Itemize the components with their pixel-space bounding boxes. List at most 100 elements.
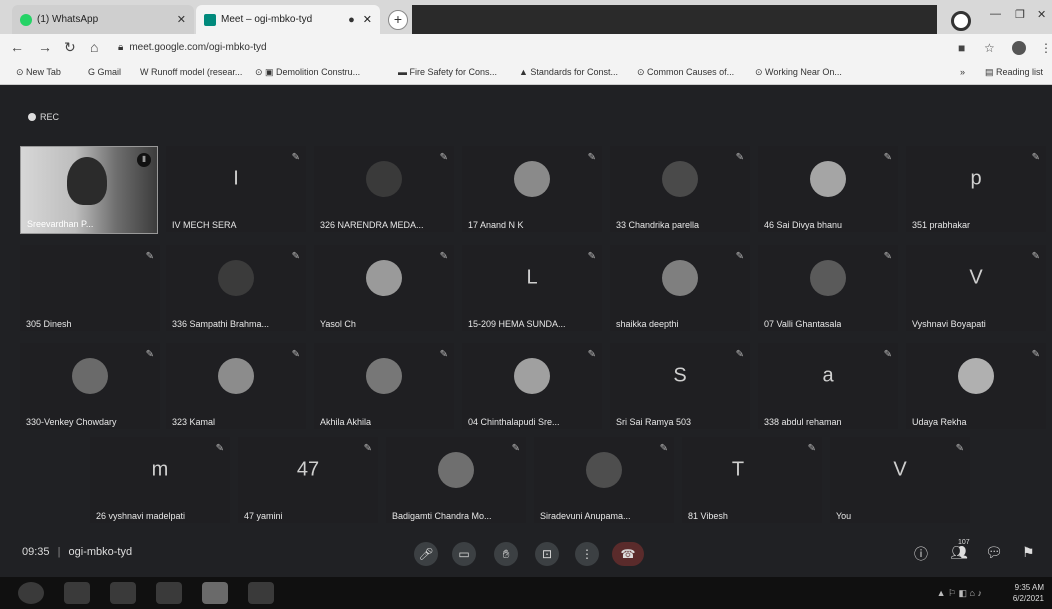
leave-call-button[interactable]: ☎︎ <box>612 542 644 566</box>
raise-hand-button[interactable]: ✋︎ <box>494 542 518 566</box>
close-window-icon[interactable]: ✕ <box>1037 8 1046 21</box>
recording-indicator: REC <box>28 112 59 122</box>
participant-name: Sri Sai Ramya 503 <box>616 417 692 427</box>
star-icon[interactable]: ☆ <box>984 41 995 55</box>
mic-off-icon: ✎ <box>883 349 892 360</box>
participant-initial: S <box>673 364 687 387</box>
participant-tile[interactable]: ✎ L 15-209 HEMA SUNDA... <box>462 245 602 331</box>
system-tray[interactable]: ▲ ⚐ ◧ ⌂ ♪ <box>937 588 982 599</box>
bookmark-item[interactable]: ⊙ Working Near On... <box>755 67 842 78</box>
people-icon[interactable]: 👥︎ <box>950 544 968 561</box>
participant-tile[interactable]: ✎ 336 Sampathi Brahma... <box>166 245 306 331</box>
bookmark-item[interactable]: W Runoff model (resear... <box>140 67 242 77</box>
recording-dot-icon: ● <box>348 13 355 26</box>
participant-name: Vyshnavi Boyapati <box>912 319 986 329</box>
bookmark-item[interactable]: ⊙ ▣ Demolition Constru... <box>255 67 360 78</box>
bookmark-item[interactable]: ⊙ New Tab <box>16 67 61 78</box>
maximize-icon[interactable]: ❐ <box>1015 8 1025 21</box>
participant-tile[interactable]: ✎ 04 Chinthalapudi Sre... <box>462 343 602 429</box>
chat-icon[interactable]: 💬︎ <box>985 544 1003 561</box>
bookmark-item[interactable]: ▬ Fire Safety for Cons... <box>398 67 497 77</box>
mic-off-icon: ✎ <box>735 251 744 262</box>
self-view-tile[interactable]: ⦀ Sreevardhan P... <box>20 146 158 234</box>
back-icon[interactable]: ← <box>10 39 24 55</box>
participant-tile[interactable]: ✎ T 81 Vibesh <box>682 437 822 523</box>
camera-icon[interactable]: ■ <box>958 41 965 55</box>
participant-tile[interactable]: ✎ 33 Chandrika parella <box>610 146 750 232</box>
profile-icon[interactable] <box>951 11 971 31</box>
minimize-icon[interactable]: — <box>990 8 1001 20</box>
camera-button[interactable]: ▭ <box>452 542 476 566</box>
os-taskbar: ▲ ⚐ ◧ ⌂ ♪ 9:35 AM 6/2/2021 <box>0 577 1052 609</box>
taskbar-app-icon[interactable] <box>110 582 136 604</box>
reading-list[interactable]: ▤ Reading list <box>985 67 1043 78</box>
forward-icon[interactable]: → <box>38 39 52 55</box>
activities-icon[interactable]: ⚑ <box>1022 544 1035 561</box>
participant-name: 47 yamini <box>244 511 283 521</box>
mic-off-icon: ✎ <box>883 152 892 163</box>
taskbar-app-icon[interactable] <box>64 582 90 604</box>
mic-off-icon: ✎ <box>587 251 596 262</box>
account-icon[interactable] <box>1012 41 1026 55</box>
participant-tile[interactable]: ✎ I IV MECH SERA <box>166 146 306 232</box>
participant-avatar <box>218 357 254 394</box>
bookmark-item[interactable]: ▲ Standards for Const... <box>519 67 618 77</box>
new-tab-button[interactable]: + <box>388 10 408 30</box>
participant-tile[interactable]: ✎ 305 Dinesh <box>20 245 160 331</box>
participant-tile[interactable]: ✎ m 26 vyshnavi madelpati <box>90 437 230 523</box>
participant-tile[interactable]: ✎ Siradevuni Anupama... <box>534 437 674 523</box>
tab-whatsapp[interactable]: (1) WhatsApp ✕ <box>12 5 194 34</box>
participant-tile[interactable]: ✎ 323 Kamal <box>166 343 306 429</box>
participant-initial: m <box>151 458 169 481</box>
lock-icon: 🔒︎ <box>118 42 124 53</box>
participant-avatar <box>366 259 402 296</box>
participant-tile[interactable]: ✎ Badigamti Chandra Mo... <box>386 437 526 523</box>
participant-name: Yasol Ch <box>320 319 356 329</box>
participant-name: You <box>836 511 852 521</box>
info-icon[interactable]: ⓘ <box>914 544 928 564</box>
whatsapp-icon <box>20 13 32 26</box>
bookmark-item[interactable]: G Gmail <box>88 67 121 77</box>
mic-button[interactable]: 🎤︎ <box>414 542 438 566</box>
close-tab-icon[interactable]: ✕ <box>177 13 186 26</box>
participant-tile[interactable]: ✎ a 338 abdul rehaman <box>758 343 898 429</box>
start-button[interactable] <box>18 582 44 604</box>
mic-off-icon: ✎ <box>291 152 300 163</box>
clock[interactable]: 9:35 AM 6/2/2021 <box>1013 582 1044 604</box>
participant-tile[interactable]: ✎ S Sri Sai Ramya 503 <box>610 343 750 429</box>
participant-tile[interactable]: ✎ 326 NARENDRA MEDA... <box>314 146 454 232</box>
participant-tile[interactable]: ✎ 330-Venkey Chowdary <box>20 343 160 429</box>
chrome-taskbar-icon[interactable] <box>202 582 228 604</box>
participant-tile-self[interactable]: ✎ V You <box>830 437 970 523</box>
present-button[interactable]: ⊡ <box>535 542 559 566</box>
participant-initial: p <box>970 167 982 190</box>
url-field[interactable]: 🔒︎ meet.google.com/ogi-mbko-tyd <box>118 42 267 53</box>
close-tab-icon[interactable]: ✕ <box>363 13 372 26</box>
participant-tile[interactable]: ✎ 46 Sai Divya bhanu <box>758 146 898 232</box>
participant-tile[interactable]: ✎ 47 47 yamini <box>238 437 378 523</box>
participant-avatar <box>72 357 108 394</box>
more-options-button[interactable]: ⋮ <box>575 542 599 566</box>
bookmark-item[interactable]: ⊙ Common Causes of... <box>637 67 734 78</box>
more-bookmarks-icon[interactable]: » <box>960 67 965 77</box>
participant-name: shaikka deepthi <box>616 319 679 329</box>
participant-initial: V <box>969 266 983 289</box>
participant-tile[interactable]: ✎ p 351 prabhakar <box>906 146 1046 232</box>
taskbar-app-icon[interactable] <box>156 582 182 604</box>
participant-name: Siradevuni Anupama... <box>540 511 631 521</box>
mic-off-icon: ✎ <box>145 251 154 262</box>
menu-icon[interactable]: ⋮ <box>1040 41 1052 55</box>
taskbar-app-icon[interactable] <box>248 582 274 604</box>
participant-tile[interactable]: ✎ shaikka deepthi <box>610 245 750 331</box>
mic-off-icon: ✎ <box>659 443 668 454</box>
participant-name: 330-Venkey Chowdary <box>26 417 117 427</box>
participant-tile[interactable]: ✎ Yasol Ch <box>314 245 454 331</box>
home-icon[interactable]: ⌂ <box>90 39 98 55</box>
participant-tile[interactable]: ✎ 17 Anand N K <box>462 146 602 232</box>
participant-tile[interactable]: ✎ V Vyshnavi Boyapati <box>906 245 1046 331</box>
reload-icon[interactable]: ↻ <box>64 39 76 56</box>
participant-tile[interactable]: ✎ Udaya Rekha <box>906 343 1046 429</box>
tab-meet[interactable]: Meet – ogi-mbko-tyd ● ✕ <box>196 5 380 34</box>
participant-tile[interactable]: ✎ Akhila Akhila <box>314 343 454 429</box>
participant-tile[interactable]: ✎ 07 Valli Ghantasala <box>758 245 898 331</box>
